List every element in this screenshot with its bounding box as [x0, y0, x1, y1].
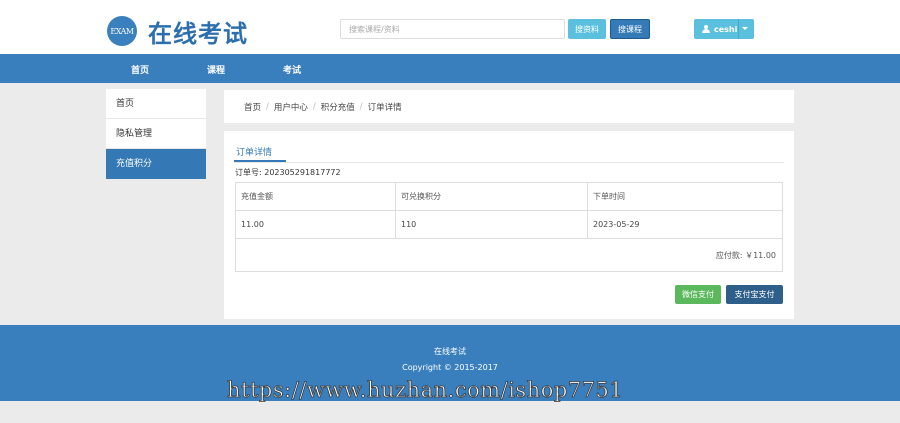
sidebar: 首页 隐私管理 充值积分 — [106, 89, 206, 179]
site-header: EXAM 在线考试 搜资料 搜课程 ceshi — [0, 0, 900, 54]
footer-title: 在线考试 — [434, 347, 466, 356]
breadcrumb: 首页 / 用户中心 / 积分充值 / 订单详情 — [224, 90, 794, 123]
breadcrumb-current: 订单详情 — [367, 102, 402, 113]
search-course-button[interactable]: 搜课程 — [610, 19, 650, 39]
table-header-row: 充值金额 可兑换积分 下单时间 — [235, 182, 783, 211]
sidebar-item-recharge[interactable]: 充值积分 — [106, 149, 206, 179]
logo-badge[interactable]: EXAM — [107, 16, 137, 46]
alipay-button[interactable]: 支付宝支付 — [726, 285, 783, 304]
user-icon — [702, 25, 710, 33]
logo-text[interactable]: 在线考试 — [148, 14, 248, 49]
breadcrumb-home[interactable]: 首页 — [244, 101, 261, 113]
column-header: 下单时间 — [587, 182, 783, 211]
breadcrumb-separator: / — [359, 101, 363, 112]
breadcrumb-separator: / — [266, 101, 269, 112]
sidebar-item-privacy[interactable]: 隐私管理 — [106, 119, 206, 149]
order-detail-panel: 订单详情 订单号: 202305291817772 充值金额 可兑换积分 下单时… — [224, 131, 794, 319]
user-menu-button[interactable]: ceshi — [694, 19, 754, 39]
tab-divider — [234, 162, 784, 163]
column-header: 可兑换积分 — [395, 182, 588, 211]
nav-item-exams[interactable]: 考试 — [283, 63, 301, 76]
nav-item-home[interactable]: 首页 — [131, 63, 149, 76]
table-row: 11.00 110 2023-05-29 — [235, 210, 783, 239]
breadcrumb-separator: / — [312, 101, 316, 112]
wechat-pay-button[interactable]: 微信支付 — [675, 285, 721, 304]
nav-item-courses[interactable]: 课程 — [207, 63, 225, 76]
cell-points: 110 — [395, 210, 588, 239]
column-header: 充值金额 — [235, 182, 396, 211]
cell-amount: 11.00 — [235, 210, 396, 239]
main-nav: 首页 课程 考试 — [0, 54, 900, 83]
order-number: 订单号: 202305291817772 — [235, 168, 341, 177]
tab-order-detail[interactable]: 订单详情 — [234, 145, 286, 162]
breadcrumb-recharge[interactable]: 积分充值 — [321, 101, 355, 113]
order-table: 充值金额 可兑换积分 下单时间 11.00 110 2023-05-29 应付款… — [235, 182, 783, 272]
sidebar-item-home[interactable]: 首页 — [106, 89, 206, 119]
watermark-url: https://www.huzhan.com/ishop7751 — [227, 378, 624, 403]
caret-down-icon[interactable] — [742, 27, 748, 30]
user-menu-divider — [738, 19, 739, 39]
cell-order-date: 2023-05-29 — [587, 210, 783, 239]
search-input[interactable] — [340, 19, 565, 39]
search-material-button[interactable]: 搜资料 — [568, 19, 606, 39]
username: ceshi — [714, 24, 738, 34]
table-total-row: 应付款: ￥11.00 — [235, 238, 783, 272]
breadcrumb-user-center[interactable]: 用户中心 — [274, 101, 308, 113]
footer-copyright: Copyright © 2015-2017 — [402, 363, 498, 372]
total-payable: 应付款: ￥11.00 — [235, 238, 783, 272]
